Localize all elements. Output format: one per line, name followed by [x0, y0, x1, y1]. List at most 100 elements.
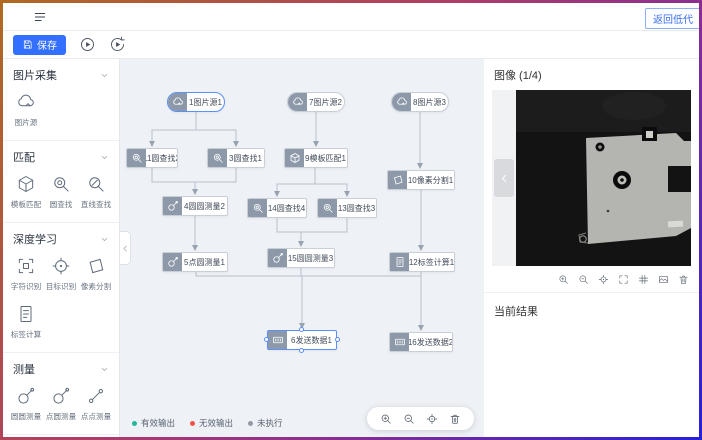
measure-icon	[167, 256, 179, 268]
measure-icon	[272, 252, 284, 264]
zoom-out-icon	[578, 274, 589, 285]
tool-item-图片源[interactable]: 图片源	[8, 92, 43, 128]
back-to-lowcode-button[interactable]: 返回低代	[645, 8, 699, 29]
flow-node-9[interactable]: 9模板匹配1	[284, 148, 348, 168]
node-icon-box	[392, 93, 411, 111]
tool-label: 字符识别	[10, 281, 40, 291]
tool-item-模板匹配[interactable]: 模板匹配	[8, 174, 43, 210]
zoom-in-button[interactable]	[558, 274, 569, 285]
flow-node-10[interactable]: 10像素分割1	[387, 170, 455, 190]
image-nav-strip	[492, 90, 516, 266]
previous-image-button[interactable]	[494, 159, 514, 197]
section-title: 图片采集	[13, 67, 57, 83]
measure-icon	[167, 200, 179, 212]
grid-button[interactable]	[638, 274, 649, 285]
flow-node-6[interactable]: 6发送数据1	[267, 330, 337, 350]
flow-canvas[interactable]: 1图片源1 7图片源2 8图片源3 11圆查找2 3圆查找1 9模板匹配1 10…	[120, 59, 484, 437]
section-header-深度学习[interactable]: 深度学习	[3, 230, 119, 248]
template-match-icon	[16, 174, 36, 194]
trash-button[interactable]	[449, 413, 461, 425]
fullscreen-button[interactable]	[618, 274, 629, 285]
main-toolbar: 保存	[3, 31, 699, 59]
node-label: 8图片源3	[411, 93, 448, 111]
sidebar-collapse-handle[interactable]	[120, 231, 131, 265]
flow-node-5[interactable]: 5点圆测量1	[162, 252, 228, 272]
zoom-in-button[interactable]	[380, 413, 392, 425]
tool-item-圆查找[interactable]: 圆查找	[43, 174, 78, 210]
flow-node-8[interactable]: 8图片源3	[391, 92, 449, 112]
status-legend: 有效输出无效输出未执行	[132, 417, 283, 429]
tool-item-标签计算[interactable]: 标签计算	[8, 304, 43, 340]
node-label: 10像素分割1	[407, 171, 454, 189]
image-source-icon	[172, 96, 184, 108]
tool-item-直线查找[interactable]: 直线查找	[78, 174, 113, 210]
flow-node-13[interactable]: 13圆查找3	[317, 198, 377, 218]
tool-item-圆圆测量[interactable]: 圆圆测量	[8, 386, 43, 422]
window-frame: 返回低代 保存 图片采集 图片源 匹配 模板匹配圆查找直线查找 深度学习 字符识…	[0, 0, 702, 440]
locate-icon	[598, 274, 609, 285]
tool-item-像素分割[interactable]: 像素分割	[78, 256, 113, 292]
tool-item-字符识别[interactable]: 字符识别	[8, 256, 43, 292]
template-match-icon	[289, 152, 301, 164]
run-loop-button[interactable]	[108, 36, 126, 54]
tool-sidebar: 图片采集 图片源 匹配 模板匹配圆查找直线查找 深度学习 字符识别目标识别像素分…	[3, 59, 120, 437]
flow-node-3[interactable]: 3圆查找1	[207, 148, 265, 168]
compare-button[interactable]	[658, 274, 669, 285]
run-once-button[interactable]	[78, 36, 96, 54]
node-connection-handle[interactable]	[264, 337, 269, 342]
tool-item-点圆测量[interactable]: 点圆测量	[43, 386, 78, 422]
grid-icon	[638, 274, 649, 285]
sidebar-section: 深度学习 字符识别目标识别像素分割标签计算	[3, 223, 119, 353]
flow-node-1[interactable]: 1图片源1	[167, 92, 225, 112]
node-label: 6发送数据1	[287, 331, 336, 349]
node-connection-handle[interactable]	[299, 327, 304, 332]
node-connection-handle[interactable]	[335, 337, 340, 342]
image-source-icon	[396, 96, 408, 108]
edge-3-4	[195, 168, 236, 182]
inspection-photo[interactable]	[516, 90, 691, 266]
node-label: 1图片源1	[187, 93, 224, 111]
section-title: 深度学习	[13, 231, 57, 247]
flow-node-11[interactable]: 11圆查找2	[126, 148, 178, 168]
locate-icon	[426, 413, 438, 425]
tool-label: 直线查找	[80, 199, 110, 209]
locate-button[interactable]	[426, 413, 438, 425]
flow-node-15[interactable]: 15圆圆测量3	[267, 248, 335, 268]
zoom-out-button[interactable]	[578, 274, 589, 285]
zoom-in-icon	[380, 413, 392, 425]
save-icon	[22, 39, 33, 50]
edge-14-15	[277, 218, 301, 246]
flow-node-16[interactable]: 16发送数据2	[389, 332, 453, 352]
tool-item-点点测量[interactable]: 点点测量	[78, 386, 113, 422]
node-icon-box	[208, 149, 227, 167]
image-source-icon	[16, 92, 36, 112]
tool-label: 圆查找	[49, 199, 72, 209]
flow-node-7[interactable]: 7图片源2	[287, 92, 345, 112]
node-connection-handle[interactable]	[299, 348, 304, 353]
menu-icon-button[interactable]	[33, 10, 47, 24]
locate-button[interactable]	[598, 274, 609, 285]
save-button[interactable]: 保存	[13, 35, 66, 55]
chevron-down-icon	[100, 71, 109, 80]
section-header-图片采集[interactable]: 图片采集	[3, 66, 119, 84]
node-label: 7图片源2	[307, 93, 344, 111]
zoom-out-button[interactable]	[403, 413, 415, 425]
chevron-down-icon	[100, 235, 109, 244]
section-header-匹配[interactable]: 匹配	[3, 148, 119, 166]
flow-node-14[interactable]: 14圆查找4	[247, 198, 307, 218]
image-panel-title: 图像 (1/4)	[492, 59, 691, 90]
label-calc-icon	[16, 304, 36, 324]
node-label: 5点圆测量1	[182, 253, 227, 271]
tool-item-目标识别[interactable]: 目标识别	[43, 256, 78, 292]
flow-node-4[interactable]: 4圆圆测量2	[162, 196, 228, 216]
section-header-测量[interactable]: 测量	[3, 360, 119, 378]
trash-button[interactable]	[678, 274, 689, 285]
flow-node-12[interactable]: 12标签计算1	[389, 252, 455, 272]
node-icon-box	[163, 197, 182, 215]
edge-1-3	[196, 130, 236, 146]
edge-9-14	[277, 168, 315, 196]
node-label: 9模板匹配1	[304, 149, 347, 167]
tool-label: 点圆测量	[45, 411, 75, 421]
photo-art	[516, 90, 691, 266]
zoom-in-icon	[558, 274, 569, 285]
